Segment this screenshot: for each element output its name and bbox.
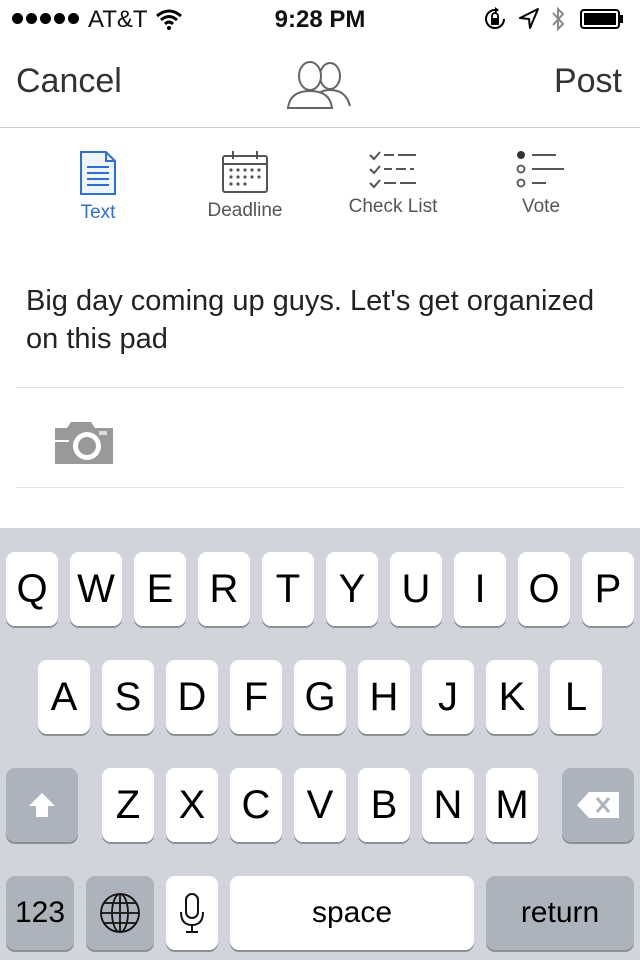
key-o[interactable]: O [518,552,570,626]
tab-label: Check List [348,196,438,217]
key-i[interactable]: I [454,552,506,626]
return-key[interactable]: return [486,876,634,950]
tab-check-list[interactable]: Check List [333,150,453,232]
key-q[interactable]: Q [6,552,58,626]
rotation-lock-icon [485,7,505,29]
shift-key[interactable] [6,768,78,842]
divider [16,487,624,488]
key-s[interactable]: S [102,660,154,734]
key-y[interactable]: Y [326,552,378,626]
tab-label: Deadline [207,200,283,221]
message-text-input[interactable]: Big day coming up guys. Let's get organi… [26,282,616,358]
key-r[interactable]: R [198,552,250,626]
key-a[interactable]: A [38,660,90,734]
key-x[interactable]: X [166,768,218,842]
checklist-icon [369,151,416,189]
key-w[interactable]: W [70,552,122,626]
key-p[interactable]: P [582,552,634,626]
group-icon[interactable] [284,56,354,112]
key-f[interactable]: F [230,660,282,734]
battery-icon [580,9,623,29]
tab-label: Text [80,202,116,223]
key-l[interactable]: L [550,660,602,734]
location-arrow-icon [519,8,539,29]
key-t[interactable]: T [262,552,314,626]
key-b[interactable]: B [358,768,410,842]
keyboard: Q W E R T Y U I O P A S D F G H J K L Z … [0,528,640,960]
microphone-icon [180,893,204,933]
post-button[interactable]: Post [554,62,622,101]
bluetooth-icon [552,6,565,32]
numbers-key[interactable]: 123 [6,876,74,950]
key-e[interactable]: E [134,552,186,626]
status-bar: AT&T 9:28 PM [0,0,640,40]
document-icon [80,151,116,195]
key-g[interactable]: G [294,660,346,734]
key-d[interactable]: D [166,660,218,734]
space-key[interactable]: space [230,876,474,950]
tab-text[interactable]: Text [38,150,158,232]
key-m[interactable]: M [486,768,538,842]
key-h[interactable]: H [358,660,410,734]
delete-key[interactable] [562,768,634,842]
vote-icon [516,151,564,188]
nav-divider [0,127,640,128]
key-c[interactable]: C [230,768,282,842]
key-j[interactable]: J [422,660,474,734]
tab-vote[interactable]: Vote [481,150,601,232]
key-z[interactable]: Z [102,768,154,842]
key-n[interactable]: N [422,768,474,842]
camera-icon[interactable] [53,420,115,466]
key-k[interactable]: K [486,660,538,734]
shift-arrow-icon [29,793,55,817]
globe-key[interactable] [86,876,154,950]
dictation-key[interactable] [166,876,218,950]
globe-icon [100,893,140,933]
calendar-icon [222,151,268,193]
key-v[interactable]: V [294,768,346,842]
backspace-icon [577,792,619,818]
cancel-button[interactable]: Cancel [16,62,122,101]
divider [16,387,624,388]
tab-label: Vote [521,196,561,217]
key-u[interactable]: U [390,552,442,626]
tab-deadline[interactable]: Deadline [185,150,305,232]
